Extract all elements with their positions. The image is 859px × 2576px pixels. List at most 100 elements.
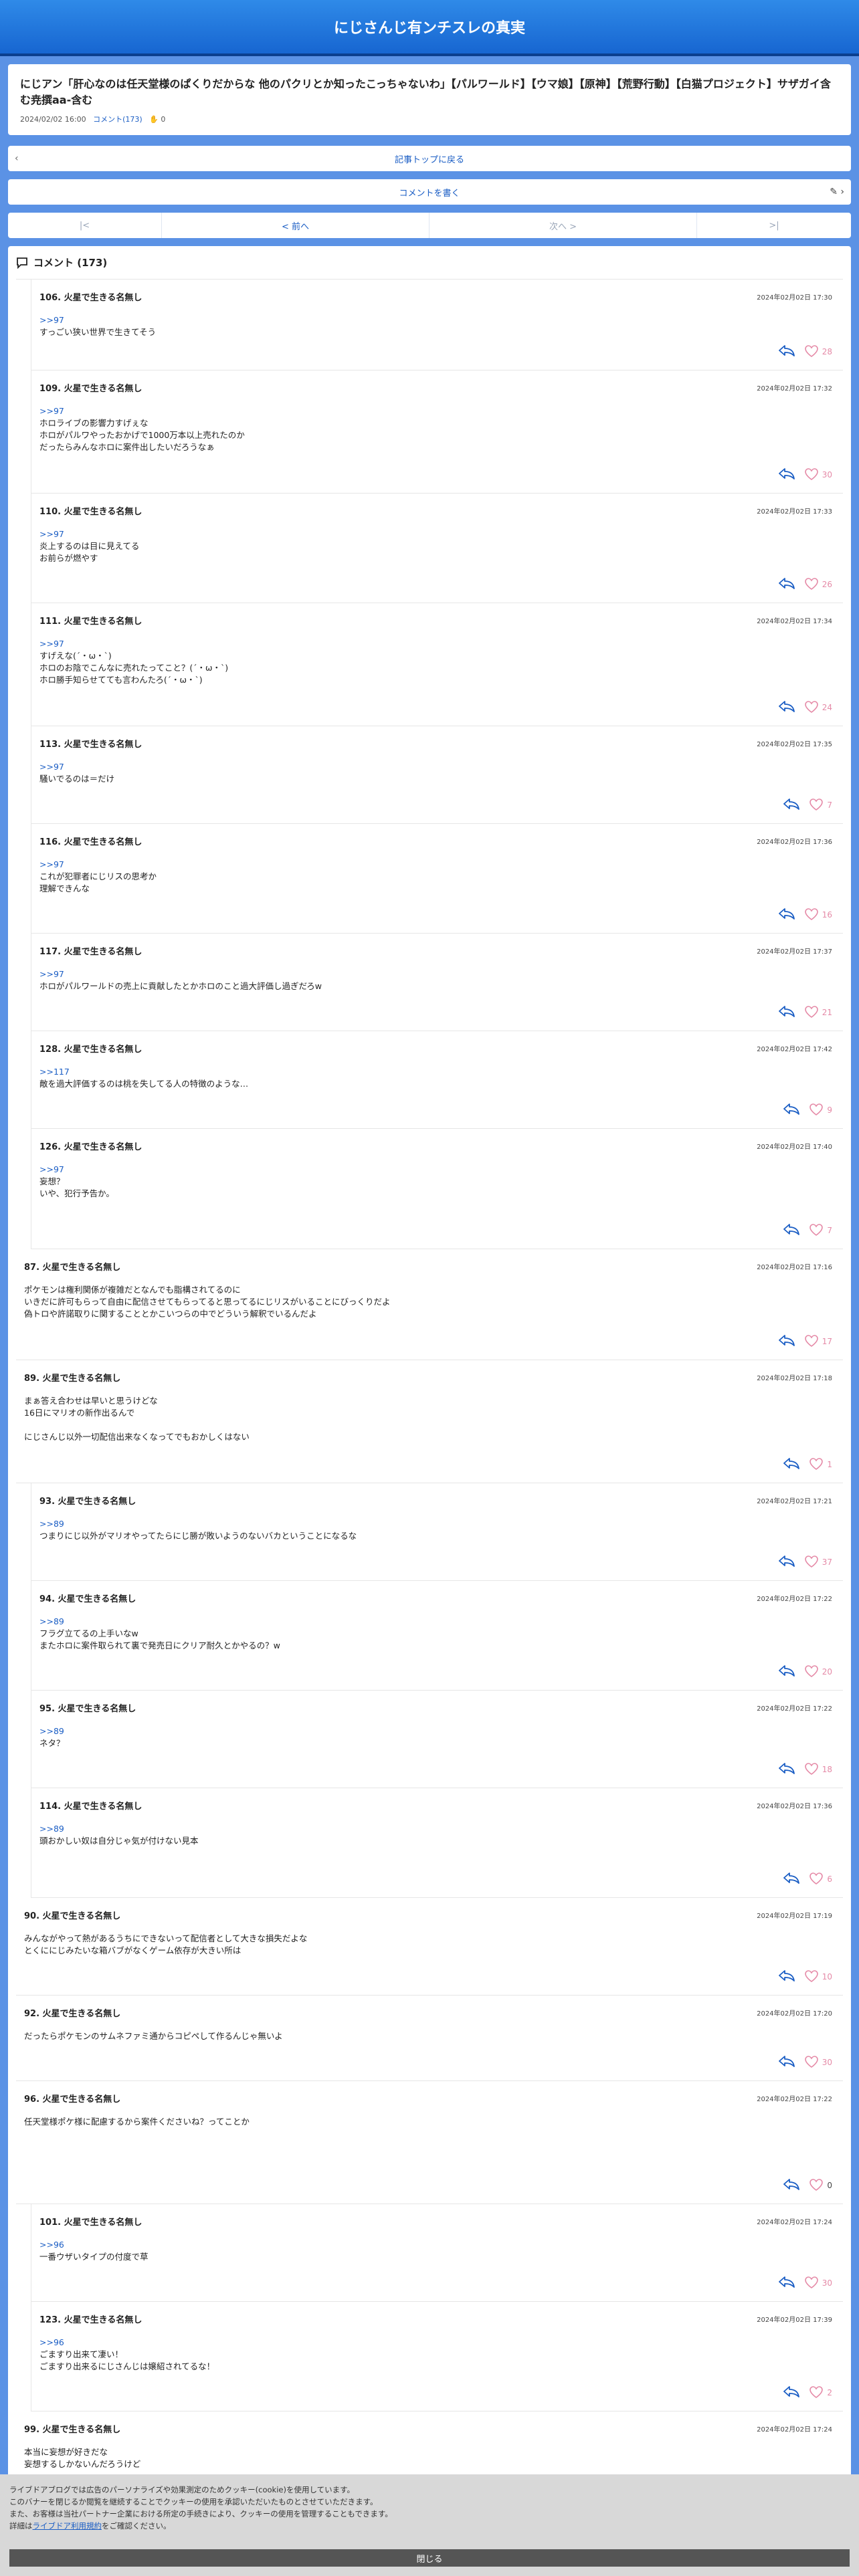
pager-prev[interactable]: < 前へ [162, 213, 430, 238]
article-title[interactable]: にじアン「肝心なのは任天堂様のぱくりだからな 他のパクリとか知ったこっちゃないわ… [20, 76, 839, 108]
site-header: にじさんじ有ンチスレの真実 [0, 0, 859, 56]
reply-icon[interactable] [778, 1334, 795, 1349]
pager-first[interactable]: |< [8, 213, 162, 238]
comment-author: 95. 火星で生きる名無し [39, 1704, 136, 1714]
comment-body: だったらポケモンのサムネファミ通からコピペして作るんじゃ無いよ [24, 2030, 283, 2042]
like-button[interactable]: 10 [804, 1969, 832, 1984]
comment-actions: 26 [778, 577, 832, 592]
reply-icon[interactable] [778, 2276, 795, 2290]
cookie-close-button[interactable]: 閉じる [9, 2549, 850, 2567]
reply-icon[interactable] [778, 467, 795, 482]
reply-anchor-link[interactable]: >>97 [39, 1164, 114, 1176]
like-count: 7 [827, 1226, 832, 1235]
reply-icon[interactable] [783, 1872, 800, 1887]
like-button[interactable]: 2 [809, 2385, 832, 2400]
comment-author: 111. 火星で生きる名無し [39, 617, 142, 627]
like-button[interactable]: 18 [804, 1762, 832, 1777]
comment-actions: 7 [783, 1223, 832, 1238]
like-button[interactable]: 17 [804, 1334, 832, 1349]
like-button[interactable]: 26 [804, 577, 832, 592]
clap-icon[interactable]: ✋ [149, 115, 159, 124]
like-button[interactable]: 37 [804, 1555, 832, 1570]
reply-icon[interactable] [778, 1969, 795, 1984]
reply-icon[interactable] [783, 2178, 800, 2193]
comment-item: 123. 火星で生きる名無し 2024年02月02日 17:39 >>96 ごますり出… [31, 2302, 843, 2411]
comment-text: まぁ答え合わせは早いと思うけどな 16日にマリオの新作出るんで にじさんじ以外一… [24, 1396, 250, 1442]
like-button[interactable]: 7 [809, 798, 832, 813]
like-button[interactable]: 30 [804, 2276, 832, 2290]
reply-anchor-link[interactable]: >>97 [39, 859, 157, 871]
like-count: 0 [827, 2181, 832, 2190]
reply-anchor-link[interactable]: >>97 [39, 761, 114, 773]
comment-text: フラグ立てるの上手いなw またホロに案件取られて裏で発売日にクリア耐久とかやるの… [39, 1628, 280, 1650]
reply-icon[interactable] [778, 344, 795, 359]
site-title[interactable]: にじさんじ有ンチスレの真実 [334, 16, 525, 37]
article-date: 2024/02/02 16:00 [20, 115, 86, 124]
reply-anchor-link[interactable]: >>89 [39, 1725, 65, 1737]
comment-body: >>97 ホロがパルワールドの売上に貢献したとかホロのこと過大評価し過ぎだろw [39, 968, 322, 992]
like-button[interactable]: 16 [804, 907, 832, 922]
reply-anchor-link[interactable]: >>117 [39, 1066, 248, 1078]
reply-icon[interactable] [783, 1103, 800, 1117]
reply-anchor-link[interactable]: >>97 [39, 638, 228, 650]
reply-icon[interactable] [778, 700, 795, 715]
reply-anchor-link[interactable]: >>89 [39, 1823, 199, 1835]
comment-item: 111. 火星で生きる名無し 2024年02月02日 17:34 >>97 すげえな(… [31, 603, 843, 726]
comment-date: 2024年02月02日 17:32 [757, 385, 832, 393]
cookie-detail-prefix: 詳細は [9, 2521, 33, 2531]
write-comment-button[interactable]: コメントを書く ✎ › [8, 179, 851, 205]
reply-icon[interactable] [778, 907, 795, 922]
like-button[interactable]: 30 [804, 467, 832, 482]
comment-author: 93. 火星で生きる名無し [39, 1497, 136, 1507]
reply-icon[interactable] [783, 2385, 800, 2400]
reply-anchor-link[interactable]: >>89 [39, 1616, 280, 1628]
comment-body: >>89 つまりにじ以外がマリオやってたらにじ勝が敗いようのないバカということにな… [39, 1518, 357, 1542]
reply-icon[interactable] [783, 1457, 800, 1472]
reply-icon[interactable] [778, 1665, 795, 1679]
reply-icon[interactable] [778, 1762, 795, 1777]
back-to-top-button[interactable]: ‹ 記事トップに戻る [8, 146, 851, 171]
reply-anchor-link[interactable]: >>97 [39, 314, 156, 326]
pager-last[interactable]: >| [697, 213, 851, 238]
like-count: 16 [822, 910, 832, 920]
comment-body: >>97 炎上するのは目に見えてる お前らが燃やす [39, 528, 139, 564]
comment-item: 114. 火星で生きる名無し 2024年02月02日 17:36 >>89 頭おかしい… [31, 1788, 843, 1898]
comment-date: 2024年02月02日 17:36 [757, 1803, 832, 1810]
reply-anchor-link[interactable]: >>96 [39, 2239, 149, 2251]
like-button[interactable]: 9 [809, 1103, 832, 1117]
comment-author: 110. 火星で生きる名無し [39, 507, 142, 517]
reply-icon[interactable] [783, 798, 800, 813]
like-button[interactable]: 24 [804, 700, 832, 715]
comment-body: >>97 妄想？ いや、犯行予告か。 [39, 1164, 114, 1200]
comment-author: 89. 火星で生きる名無し [24, 1374, 121, 1384]
reply-anchor-link[interactable]: >>89 [39, 1518, 357, 1530]
like-button[interactable]: 21 [804, 1005, 832, 1020]
reply-icon[interactable] [778, 1005, 795, 1020]
heart-icon [804, 344, 818, 359]
terms-link[interactable]: ライブドア利用規約 [33, 2521, 102, 2531]
reply-icon[interactable] [783, 1223, 800, 1238]
like-button[interactable]: 6 [809, 1872, 832, 1887]
heart-icon [804, 1334, 818, 1349]
heart-icon [809, 1457, 824, 1472]
comment-date: 2024年02月02日 17:24 [757, 2426, 832, 2434]
like-count: 28 [822, 347, 832, 356]
reply-anchor-link[interactable]: >>96 [39, 2337, 215, 2349]
comment-text: すげえな(´・ω・`) ホロのお陰でこんなに売れたってこと？(´・ω・`) ホロ… [39, 651, 229, 685]
like-button[interactable]: 30 [804, 2055, 832, 2070]
like-button[interactable]: 28 [804, 344, 832, 359]
pager-next[interactable]: 次へ > [430, 213, 697, 238]
like-button[interactable]: 20 [804, 1665, 832, 1679]
reply-icon[interactable] [778, 2055, 795, 2070]
reply-icon[interactable] [778, 577, 795, 592]
like-button[interactable]: 1 [809, 1457, 832, 1472]
comment-actions: 24 [778, 700, 832, 715]
comment-text: ポケモンは権利関係が複雑だとなんでも脂構されてるのに いきだに許可もらって自由に… [24, 1285, 391, 1319]
reply-anchor-link[interactable]: >>97 [39, 968, 322, 980]
like-button[interactable]: 0 [809, 2178, 832, 2193]
like-button[interactable]: 7 [809, 1223, 832, 1238]
comment-count-link[interactable]: コメント(173) [93, 115, 142, 124]
reply-anchor-link[interactable]: >>97 [39, 405, 245, 417]
reply-icon[interactable] [778, 1555, 795, 1570]
reply-anchor-link[interactable]: >>97 [39, 528, 139, 540]
